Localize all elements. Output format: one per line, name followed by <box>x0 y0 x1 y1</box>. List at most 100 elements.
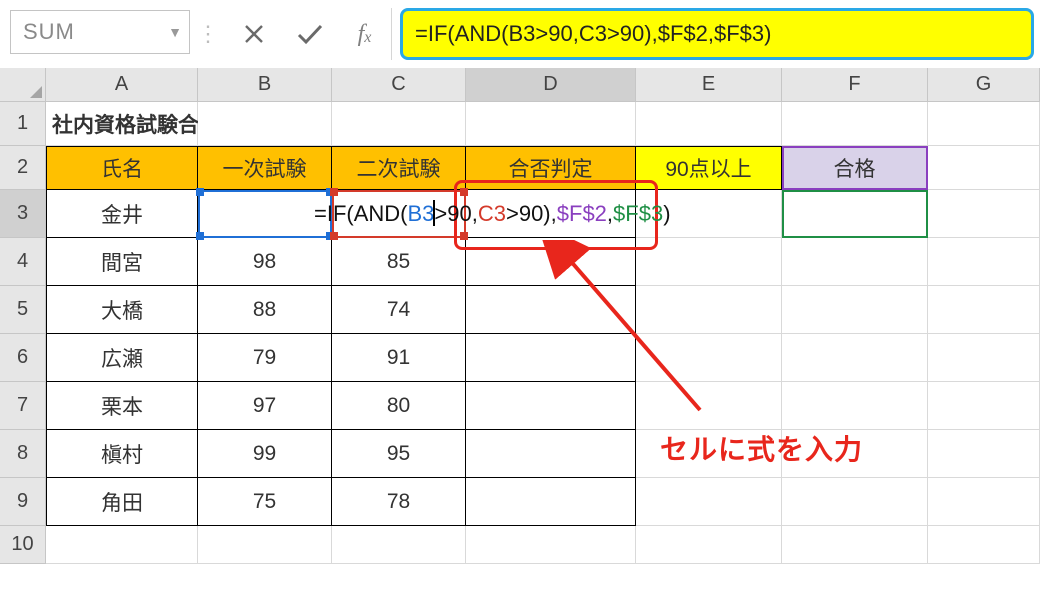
cell-A5[interactable]: 大橋 <box>46 286 198 334</box>
col-header-F[interactable]: F <box>782 68 928 102</box>
cell-G6[interactable] <box>928 334 1040 382</box>
cell-A3[interactable]: 金井 <box>46 190 198 238</box>
name-box[interactable]: SUM ▼ <box>10 10 190 54</box>
cell-E1[interactable] <box>636 102 782 146</box>
cell-A9[interactable]: 角田 <box>46 478 198 526</box>
cell-D7[interactable] <box>466 382 636 430</box>
cell-G5[interactable] <box>928 286 1040 334</box>
cell-B10[interactable] <box>198 526 332 564</box>
col-header-B[interactable]: B <box>198 68 332 102</box>
row-header-6[interactable]: 6 <box>0 334 46 382</box>
cell-C2[interactable]: 二次試験 <box>332 146 466 190</box>
cell-C7[interactable]: 80 <box>332 382 466 430</box>
cell-B1[interactable] <box>198 102 332 146</box>
cell-G3[interactable] <box>928 190 1040 238</box>
cell-F3[interactable] <box>782 190 928 238</box>
cell-G8[interactable] <box>928 430 1040 478</box>
cell-B2[interactable]: 一次試験 <box>198 146 332 190</box>
cell-C8[interactable]: 95 <box>332 430 466 478</box>
cell-B6[interactable]: 79 <box>198 334 332 382</box>
inline-formula-edit[interactable]: =IF(AND(B3>90,C3>90),$F$2,$F$3) <box>312 190 671 238</box>
cell-F10[interactable] <box>782 526 928 564</box>
cell-A4[interactable]: 間宮 <box>46 238 198 286</box>
enter-button[interactable] <box>282 8 338 60</box>
cell-F7[interactable] <box>782 382 928 430</box>
cell-C10[interactable] <box>332 526 466 564</box>
name-box-dropdown-icon[interactable]: ▼ <box>168 24 183 40</box>
col-header-A[interactable]: A <box>46 68 198 102</box>
cell-A2[interactable]: 氏名 <box>46 146 198 190</box>
row-header-9[interactable]: 9 <box>0 478 46 526</box>
cell-F2[interactable]: 合格 <box>782 146 928 190</box>
col-header-E[interactable]: E <box>636 68 782 102</box>
cell-E4[interactable] <box>636 238 782 286</box>
cell-B4[interactable]: 98 <box>198 238 332 286</box>
cell-C5[interactable]: 74 <box>332 286 466 334</box>
cell-G9[interactable] <box>928 478 1040 526</box>
cell-A7[interactable]: 栗本 <box>46 382 198 430</box>
cell-D8[interactable] <box>466 430 636 478</box>
row-header-7[interactable]: 7 <box>0 382 46 430</box>
cell-F1[interactable] <box>782 102 928 146</box>
formula-ref-F3: $F$3 <box>613 201 663 227</box>
cell-D6[interactable] <box>466 334 636 382</box>
row-header-8[interactable]: 8 <box>0 430 46 478</box>
cell-C9[interactable]: 78 <box>332 478 466 526</box>
row-header-10[interactable]: 10 <box>0 526 46 564</box>
cell-G1[interactable] <box>928 102 1040 146</box>
col-header-G[interactable]: G <box>928 68 1040 102</box>
col-header-D[interactable]: D <box>466 68 636 102</box>
row-header-5[interactable]: 5 <box>0 286 46 334</box>
cell-E10[interactable] <box>636 526 782 564</box>
cell-E8[interactable] <box>636 430 782 478</box>
cell-E6[interactable] <box>636 334 782 382</box>
spreadsheet-grid[interactable]: A B C D E F G 1 社内資格試験合格者 2 氏名 一次試験 二次試験… <box>0 68 1042 564</box>
cell-A8[interactable]: 槇村 <box>46 430 198 478</box>
cell-F6[interactable] <box>782 334 928 382</box>
row-header-1[interactable]: 1 <box>0 102 46 146</box>
fx-button[interactable]: fx <box>338 8 392 60</box>
cell-A10[interactable] <box>46 526 198 564</box>
cell-D4[interactable] <box>466 238 636 286</box>
cell-D9[interactable] <box>466 478 636 526</box>
cell-G2[interactable] <box>928 146 1040 190</box>
cell-C6[interactable]: 91 <box>332 334 466 382</box>
cancel-button[interactable] <box>226 8 282 60</box>
cell-E5[interactable] <box>636 286 782 334</box>
cell-E7[interactable] <box>636 382 782 430</box>
cell-C1[interactable] <box>332 102 466 146</box>
formula-bar-input[interactable]: =IF(AND(B3>90,C3>90),$F$2,$F$3) <box>400 8 1034 60</box>
cancel-icon <box>243 23 265 45</box>
cell-B7[interactable]: 97 <box>198 382 332 430</box>
cell-D10[interactable] <box>466 526 636 564</box>
cell-E9[interactable] <box>636 478 782 526</box>
row-7: 7 栗本 97 80 <box>0 382 1042 430</box>
cell-D5[interactable] <box>466 286 636 334</box>
row-header-2[interactable]: 2 <box>0 146 46 190</box>
check-icon <box>296 23 324 45</box>
cell-C4[interactable]: 85 <box>332 238 466 286</box>
cell-E2[interactable]: 90点以上 <box>636 146 782 190</box>
cell-G4[interactable] <box>928 238 1040 286</box>
row-header-3[interactable]: 3 <box>0 190 46 238</box>
cell-F8[interactable] <box>782 430 928 478</box>
cell-G10[interactable] <box>928 526 1040 564</box>
formula-ref-C3: C3 <box>478 201 506 227</box>
cell-F9[interactable] <box>782 478 928 526</box>
cell-A1[interactable]: 社内資格試験合格者 <box>46 102 198 146</box>
col-header-C[interactable]: C <box>332 68 466 102</box>
select-all-corner[interactable] <box>0 68 46 102</box>
row-9: 9 角田 75 78 <box>0 478 1042 526</box>
cell-G7[interactable] <box>928 382 1040 430</box>
cell-B9[interactable]: 75 <box>198 478 332 526</box>
row-header-4[interactable]: 4 <box>0 238 46 286</box>
cell-D1[interactable] <box>466 102 636 146</box>
row-1: 1 社内資格試験合格者 <box>0 102 1042 146</box>
cell-B8[interactable]: 99 <box>198 430 332 478</box>
cell-B5[interactable]: 88 <box>198 286 332 334</box>
cell-F4[interactable] <box>782 238 928 286</box>
row-6: 6 広瀬 79 91 <box>0 334 1042 382</box>
cell-A6[interactable]: 広瀬 <box>46 334 198 382</box>
cell-D2[interactable]: 合否判定 <box>466 146 636 190</box>
cell-F5[interactable] <box>782 286 928 334</box>
